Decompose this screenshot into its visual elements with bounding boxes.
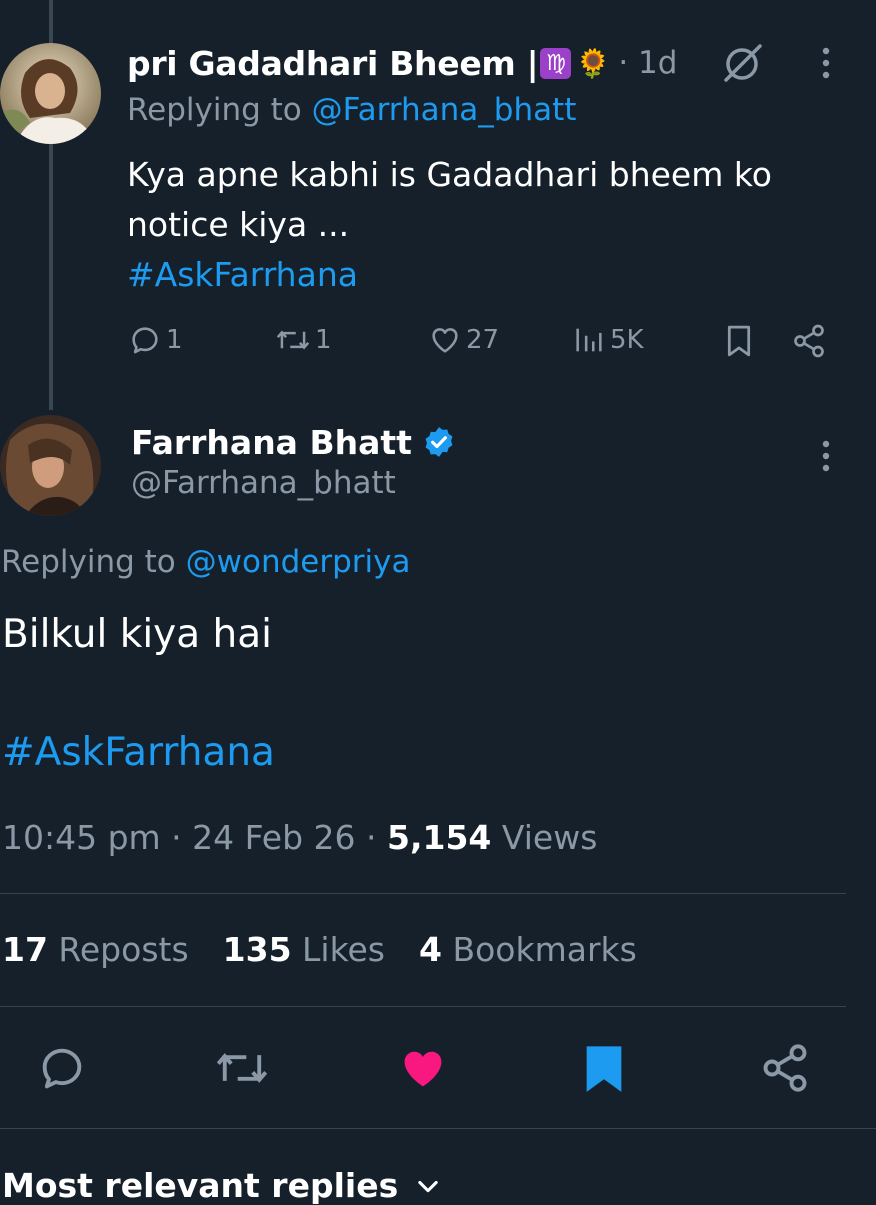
repost-icon[interactable]: [214, 1042, 270, 1094]
engagement-row: 17 Reposts 135 Likes 4 Bookmarks: [2, 930, 637, 969]
replying-to: Replying to @wonderpriya: [1, 544, 411, 580]
chevron-down-icon: [414, 1172, 442, 1200]
replying-handle[interactable]: @wonderpriya: [186, 544, 411, 580]
sunflower-emoji: 🌻: [575, 46, 611, 80]
virgo-emoji: ♍: [540, 47, 572, 79]
grok-icon[interactable]: [720, 42, 764, 86]
tweet-text: Kya apne kabhi is Gadadhari bheem ko not…: [127, 150, 772, 300]
reply-count: 1: [166, 325, 183, 355]
replying-to: Replying to @Farrhana_bhatt: [127, 92, 577, 128]
views-icon: [572, 323, 606, 357]
display-name[interactable]: pri Gadadhari Bheem |: [127, 44, 539, 83]
bookmarks-stat[interactable]: 4 Bookmarks: [419, 930, 637, 969]
hashtag[interactable]: #AskFarrhana: [127, 250, 772, 300]
reposts-stat[interactable]: 17 Reposts: [2, 930, 189, 969]
tweet-timestamp: 10:45 pm · 24 Feb 26 · 5,154 Views: [2, 818, 598, 857]
more-options-icon[interactable]: [818, 46, 834, 82]
divider: [0, 893, 846, 894]
heart-filled-icon[interactable]: [397, 1042, 449, 1094]
replying-handle[interactable]: @Farrhana_bhatt: [312, 92, 577, 128]
views-count: 5K: [610, 325, 644, 355]
display-name[interactable]: Farrhana Bhatt: [131, 423, 412, 462]
reply-button[interactable]: 1: [128, 323, 183, 357]
avatar[interactable]: [0, 43, 101, 144]
verified-badge-icon: [422, 425, 456, 459]
like-button[interactable]: 27: [428, 323, 499, 357]
divider: [0, 1006, 846, 1007]
reply-name-row: pri Gadadhari Bheem | ♍ 🌻 · 1d: [127, 40, 677, 86]
sort-replies-dropdown[interactable]: Most relevant replies: [2, 1166, 442, 1205]
avatar[interactable]: [0, 415, 101, 516]
more-options-icon[interactable]: [818, 439, 834, 475]
likes-stat[interactable]: 135 Likes: [223, 930, 385, 969]
share-icon[interactable]: [791, 323, 827, 359]
like-count: 27: [466, 325, 500, 355]
tweet-text: Bilkul kiya hai: [2, 612, 273, 657]
hashtag[interactable]: #AskFarrhana: [2, 730, 275, 775]
tweet-time[interactable]: · 1d: [618, 45, 677, 81]
bookmark-icon[interactable]: [722, 323, 756, 359]
views-button[interactable]: 5K: [572, 323, 644, 357]
divider: [0, 1128, 876, 1129]
user-handle[interactable]: @Farrhana_bhatt: [131, 465, 396, 501]
heart-icon: [428, 323, 462, 357]
views-count: 5,154: [387, 818, 492, 857]
reply-icon[interactable]: [36, 1042, 88, 1094]
share-icon[interactable]: [759, 1042, 811, 1094]
main-name-row: Farrhana Bhatt: [131, 419, 456, 465]
reply-icon: [128, 323, 162, 357]
sort-label: Most relevant replies: [2, 1166, 399, 1205]
repost-button[interactable]: 1: [275, 323, 332, 357]
repost-count: 1: [315, 325, 332, 355]
repost-icon: [275, 323, 311, 357]
bookmark-filled-icon[interactable]: [580, 1042, 628, 1094]
